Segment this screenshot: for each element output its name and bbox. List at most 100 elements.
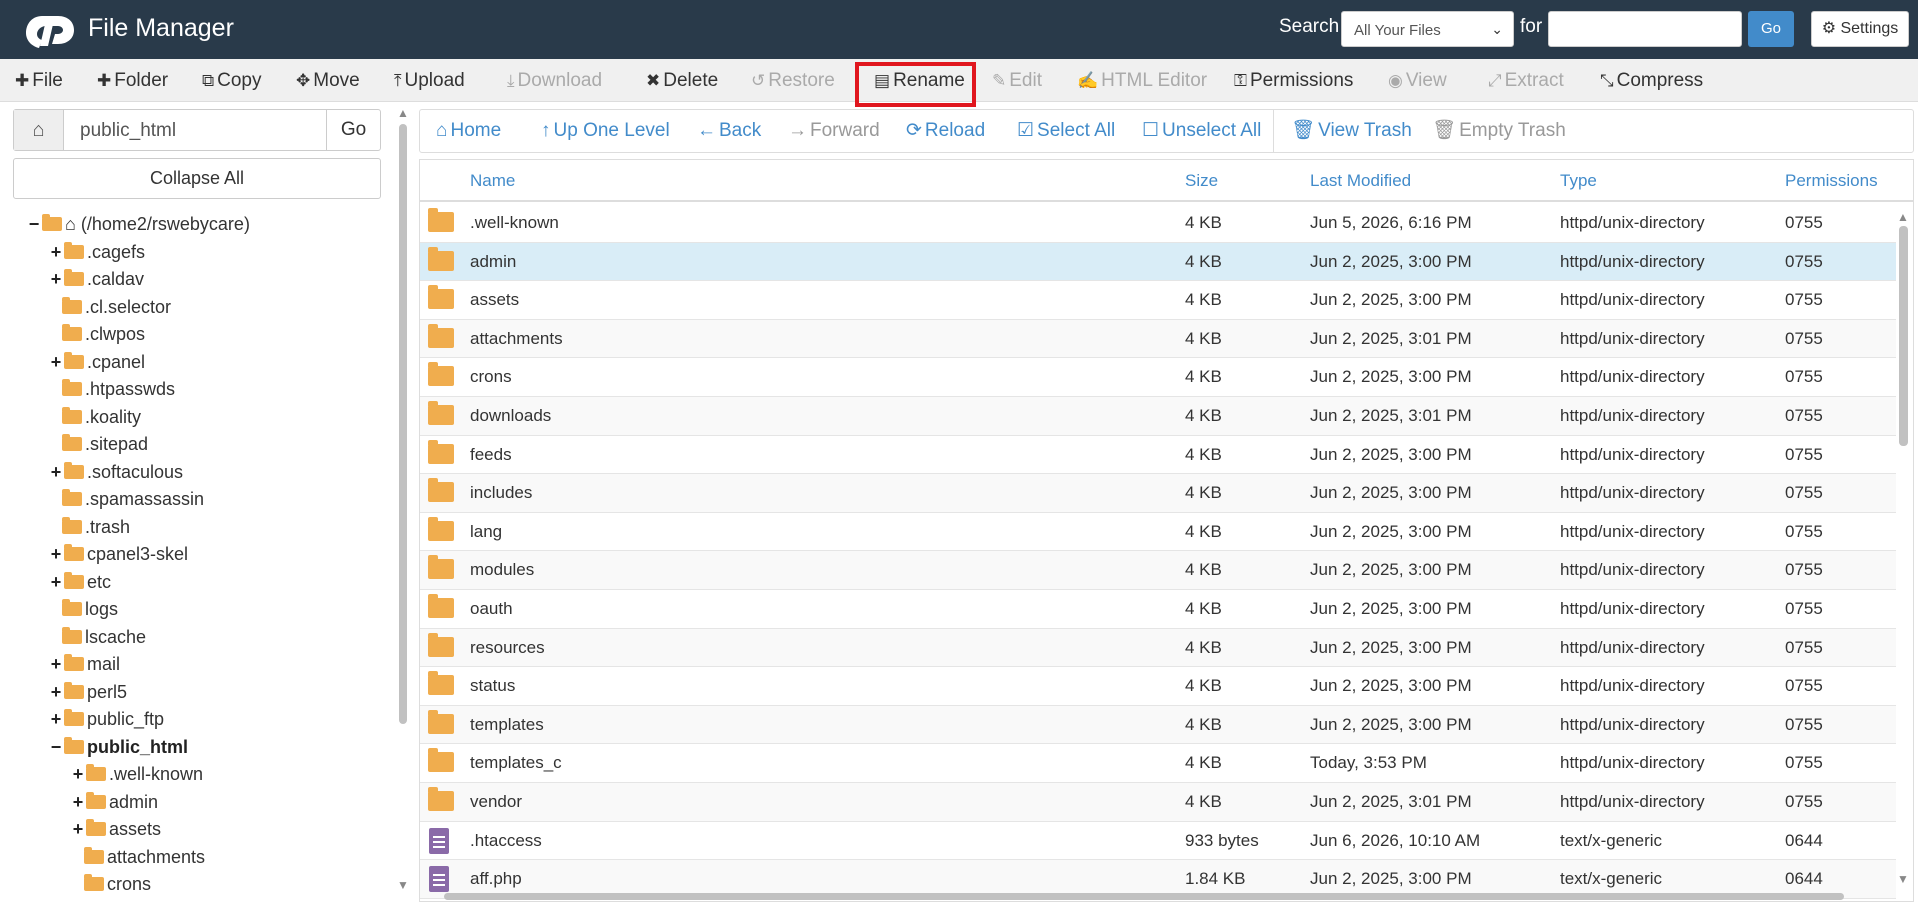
cell-name[interactable]: oauth — [470, 590, 513, 628]
search-input[interactable] — [1548, 11, 1742, 47]
table-row[interactable]: .htaccess 933 bytes Jun 6, 2026, 10:10 AM t… — [420, 822, 1896, 861]
cell-name[interactable]: admin — [470, 243, 516, 281]
table-row[interactable]: templates_c 4 KB Today, 3:53 PM httpd/unix-… — [420, 744, 1896, 783]
tree-item[interactable]: + assets — [70, 816, 161, 842]
cell-name[interactable]: resources — [470, 629, 545, 667]
expand-icon[interactable]: + — [48, 706, 64, 732]
column-header-size[interactable]: Size — [1185, 160, 1218, 202]
table-row[interactable]: attachments 4 KB Jun 2, 2025, 3:01 PM httpd… — [420, 319, 1896, 359]
home-icon[interactable]: ⌂ — [14, 110, 64, 150]
scroll-down-icon[interactable]: ▼ — [397, 878, 409, 892]
table-row[interactable]: feeds 4 KB Jun 2, 2025, 3:00 PM httpd/unix-… — [420, 436, 1896, 475]
collapse-all-button[interactable]: Collapse All — [13, 158, 381, 199]
table-row[interactable]: resources 4 KB Jun 2, 2025, 3:00 PM httpd/u… — [420, 628, 1896, 668]
table-row[interactable]: crons 4 KB Jun 2, 2025, 3:00 PM httpd/unix-… — [420, 358, 1896, 397]
scroll-up-icon[interactable]: ▲ — [1897, 210, 1909, 224]
table-row[interactable]: assets 4 KB Jun 2, 2025, 3:00 PM httpd/unix… — [420, 281, 1896, 320]
column-header-permissions[interactable]: Permissions — [1785, 160, 1878, 202]
tree-item[interactable]: attachments — [84, 844, 205, 870]
select-all-button[interactable]: ☑ Select All — [1017, 110, 1115, 152]
tree-item[interactable]: − public_html — [48, 734, 188, 760]
cell-name[interactable]: .well-known — [470, 204, 559, 242]
cell-name[interactable]: assets — [470, 281, 519, 319]
expand-icon[interactable]: + — [48, 459, 64, 485]
tree-item[interactable]: + .cpanel — [48, 349, 145, 375]
search-go-button[interactable]: Go — [1748, 11, 1794, 47]
table-row[interactable]: downloads 4 KB Jun 2, 2025, 3:01 PM httpd/u… — [420, 397, 1896, 436]
directory-path-input[interactable]: public_html — [80, 120, 176, 142]
expand-icon[interactable]: + — [70, 789, 86, 815]
view-trash-button[interactable]: 🗑 View Trash — [1291, 110, 1412, 152]
column-header-type[interactable]: Type — [1560, 160, 1597, 202]
tree-item[interactable]: + cpanel3-skel — [48, 541, 188, 567]
cell-name[interactable]: includes — [470, 474, 532, 512]
scrollbar-thumb[interactable] — [399, 124, 407, 724]
expand-icon[interactable]: + — [48, 349, 64, 375]
upload-button[interactable]: ⤒ Upload — [394, 59, 465, 102]
expand-icon[interactable]: + — [48, 239, 64, 265]
tree-item[interactable]: + .softaculous — [48, 459, 183, 485]
expand-icon[interactable]: + — [48, 679, 64, 705]
back-button[interactable]: ← Back — [697, 110, 761, 152]
tree-item[interactable]: + .cagefs — [48, 239, 145, 265]
cell-name[interactable]: templates — [470, 706, 544, 744]
column-header-last-modified[interactable]: Last Modified — [1310, 160, 1411, 202]
table-row[interactable]: .well-known 4 KB Jun 5, 2026, 6:16 PM httpd… — [420, 204, 1896, 243]
table-row[interactable]: templates 4 KB Jun 2, 2025, 3:00 PM httpd/u… — [420, 705, 1896, 745]
cell-name[interactable]: downloads — [470, 397, 551, 435]
empty-trash-button[interactable]: 🗑 Empty Trash — [1432, 110, 1566, 152]
cell-name[interactable]: attachments — [470, 320, 563, 358]
delete-button[interactable]: ✖ Delete — [646, 59, 718, 102]
expand-icon[interactable]: + — [70, 761, 86, 787]
table-row[interactable]: modules 4 KB Jun 2, 2025, 3:00 PM httpd/uni… — [420, 551, 1896, 590]
expand-icon[interactable]: + — [48, 266, 64, 292]
tree-item[interactable]: crons — [84, 871, 151, 897]
move-button[interactable]: ✥ Move — [296, 59, 360, 102]
tree-item[interactable]: lscache — [62, 624, 146, 650]
view-button[interactable]: ◉ View — [1388, 59, 1447, 102]
up-one-level-button[interactable]: ↑ Up One Level — [541, 110, 670, 152]
scrollbar-thumb[interactable] — [444, 893, 1844, 900]
tree-item[interactable]: logs — [62, 596, 118, 622]
tree-item[interactable]: + mail — [48, 651, 120, 677]
new-folder-button[interactable]: ✚ Folder — [97, 59, 168, 102]
expand-icon[interactable]: + — [48, 569, 64, 595]
copy-button[interactable]: ⧉ Copy — [202, 59, 262, 102]
table-row[interactable]: admin 4 KB Jun 2, 2025, 3:00 PM httpd/unix-… — [420, 242, 1896, 282]
html-editor-button[interactable]: ✍ HTML Editor — [1077, 59, 1207, 102]
file-list-horizontal-scrollbar[interactable] — [420, 892, 1900, 902]
reload-button[interactable]: ⟳ Reload — [906, 110, 985, 152]
table-row[interactable]: status 4 KB Jun 2, 2025, 3:00 PM httpd/unix… — [420, 667, 1896, 706]
expand-icon[interactable]: + — [48, 541, 64, 567]
collapse-icon[interactable]: − — [26, 211, 42, 237]
restore-button[interactable]: ↺ Restore — [751, 59, 835, 102]
expand-icon[interactable]: + — [48, 651, 64, 677]
scrollbar-thumb[interactable] — [1899, 226, 1908, 446]
cell-name[interactable]: .htaccess — [470, 822, 542, 860]
cell-name[interactable]: vendor — [470, 783, 522, 821]
tree-item[interactable]: .spamassassin — [62, 486, 204, 512]
tree-item[interactable]: + .caldav — [48, 266, 144, 292]
forward-button[interactable]: → Forward — [788, 110, 880, 152]
collapse-icon[interactable]: − — [48, 734, 64, 760]
tree-item[interactable]: .clwpos — [62, 321, 145, 347]
scroll-down-icon[interactable]: ▼ — [1897, 872, 1909, 886]
settings-button[interactable]: ⚙ Settings — [1811, 11, 1909, 47]
table-row[interactable]: includes 4 KB Jun 2, 2025, 3:00 PM httpd/un… — [420, 474, 1896, 513]
table-row[interactable]: oauth 4 KB Jun 2, 2025, 3:00 PM httpd/unix-… — [420, 590, 1896, 629]
tree-item[interactable]: .koality — [62, 404, 141, 430]
expand-icon[interactable]: + — [70, 816, 86, 842]
download-button[interactable]: ⤓ Download — [507, 59, 602, 102]
tree-item[interactable]: .sitepad — [62, 431, 148, 457]
tree-item[interactable]: .htpasswds — [62, 376, 175, 402]
table-row[interactable]: vendor 4 KB Jun 2, 2025, 3:01 PM httpd/unix… — [420, 783, 1896, 822]
cell-name[interactable]: feeds — [470, 436, 512, 474]
cell-name[interactable]: modules — [470, 551, 534, 589]
tree-item[interactable]: .cl.selector — [62, 294, 171, 320]
cell-name[interactable]: lang — [470, 513, 502, 551]
compress-button[interactable]: ⤡ Compress — [1600, 59, 1703, 102]
scroll-up-icon[interactable]: ▲ — [397, 106, 409, 120]
extract-button[interactable]: ⤢ Extract — [1488, 59, 1564, 102]
tree-item[interactable]: − ⌂ (/home2/rswebycare) — [26, 211, 250, 237]
tree-item[interactable]: + public_ftp — [48, 706, 164, 732]
